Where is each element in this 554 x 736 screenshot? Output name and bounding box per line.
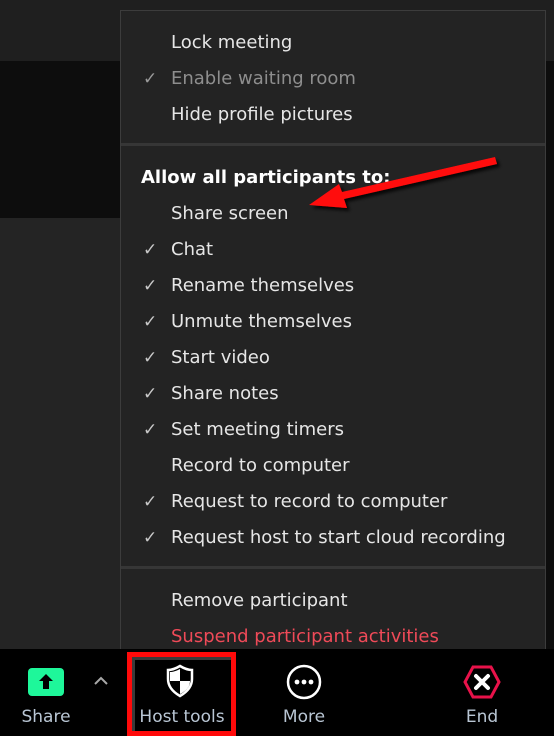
menu-item-label: Suspend participant activities <box>171 626 439 647</box>
checkmark-icon: ✓ <box>143 528 158 548</box>
menu-item-set-meeting-timers[interactable]: ✓ Set meeting timers <box>121 412 545 448</box>
end-meeting-button[interactable]: End <box>440 649 524 736</box>
menu-item-label: Request to record to computer <box>171 491 448 512</box>
checkmark-icon <box>143 25 163 61</box>
checkmark-icon <box>143 97 163 133</box>
host-tools-menu: Lock meeting ✓ Enable waiting room Hide … <box>120 10 546 650</box>
menu-item-label: Lock meeting <box>171 32 293 53</box>
host-tools-label: Host tools <box>139 707 225 727</box>
ellipsis-circle-icon <box>286 664 322 700</box>
checkmark-icon <box>143 448 163 484</box>
close-hexagon-icon <box>463 664 501 700</box>
checkmark-icon <box>143 196 163 232</box>
checkmark-icon: ✓ <box>143 384 158 404</box>
more-label: More <box>282 707 326 727</box>
menu-item-label: Chat <box>171 239 214 260</box>
menu-item-rename-themselves[interactable]: ✓ Rename themselves <box>121 268 545 304</box>
upload-arrow-icon <box>28 668 64 696</box>
menu-item-share-screen[interactable]: Share screen <box>121 196 545 232</box>
menu-item-label: Share screen <box>171 203 289 224</box>
menu-item-request-cloud-recording[interactable]: ✓ Request host to start cloud recording <box>121 520 545 556</box>
video-tile-right <box>546 61 554 649</box>
menu-item-label: Set meeting timers <box>171 419 345 440</box>
menu-item-unmute-themselves[interactable]: ✓ Unmute themselves <box>121 304 545 340</box>
share-button[interactable]: Share <box>10 649 82 736</box>
menu-item-label: Unmute themselves <box>171 311 353 332</box>
meeting-background <box>0 218 122 649</box>
share-label: Share <box>21 707 71 727</box>
video-tile-left <box>0 61 122 218</box>
checkmark-icon: ✓ <box>143 492 158 512</box>
menu-item-label: Request host to start cloud recording <box>171 527 506 548</box>
menu-item-label: Record to computer <box>171 455 350 476</box>
menu-item-record-to-computer[interactable]: Record to computer <box>121 448 545 484</box>
end-label: End <box>465 707 499 727</box>
section-heading: Allow all participants to: <box>141 167 391 188</box>
menu-item-enable-waiting-room[interactable]: ✓ Enable waiting room <box>121 61 545 97</box>
menu-item-label: Start video <box>171 347 270 368</box>
more-button[interactable]: More <box>262 649 346 736</box>
menu-item-hide-profile-pictures[interactable]: Hide profile pictures <box>121 97 545 133</box>
checkmark-icon: ✓ <box>143 69 158 89</box>
checkmark-icon: ✓ <box>143 276 158 296</box>
checkmark-icon: ✓ <box>143 312 158 332</box>
meeting-security-section: Lock meeting ✓ Enable waiting room Hide … <box>121 11 545 143</box>
menu-item-label: Share notes <box>171 383 279 404</box>
checkmark-icon: ✓ <box>143 240 158 260</box>
menu-item-lock-meeting[interactable]: Lock meeting <box>121 25 545 61</box>
menu-item-chat[interactable]: ✓ Chat <box>121 232 545 268</box>
menu-item-start-video[interactable]: ✓ Start video <box>121 340 545 376</box>
menu-item-remove-participant[interactable]: Remove participant <box>121 583 545 619</box>
shield-icon <box>165 664 195 698</box>
meeting-toolbar: Share Host tools More End <box>0 649 554 736</box>
checkmark-icon: ✓ <box>143 348 158 368</box>
menu-item-request-record-to-computer[interactable]: ✓ Request to record to computer <box>121 484 545 520</box>
checkmark-icon: ✓ <box>143 420 158 440</box>
allow-participants-section: Allow all participants to: Share screen … <box>121 146 545 566</box>
menu-item-label: Enable waiting room <box>171 68 356 89</box>
menu-item-share-notes[interactable]: ✓ Share notes <box>121 376 545 412</box>
menu-item-label: Rename themselves <box>171 275 355 296</box>
participant-actions-section: Remove participant Suspend participant a… <box>121 569 545 655</box>
meeting-window: Lock meeting ✓ Enable waiting room Hide … <box>0 0 554 736</box>
menu-item-label: Hide profile pictures <box>171 104 353 125</box>
menu-item-label: Remove participant <box>171 590 348 611</box>
host-tools-button[interactable]: Host tools <box>132 649 232 736</box>
chevron-up-icon[interactable] <box>90 671 112 691</box>
